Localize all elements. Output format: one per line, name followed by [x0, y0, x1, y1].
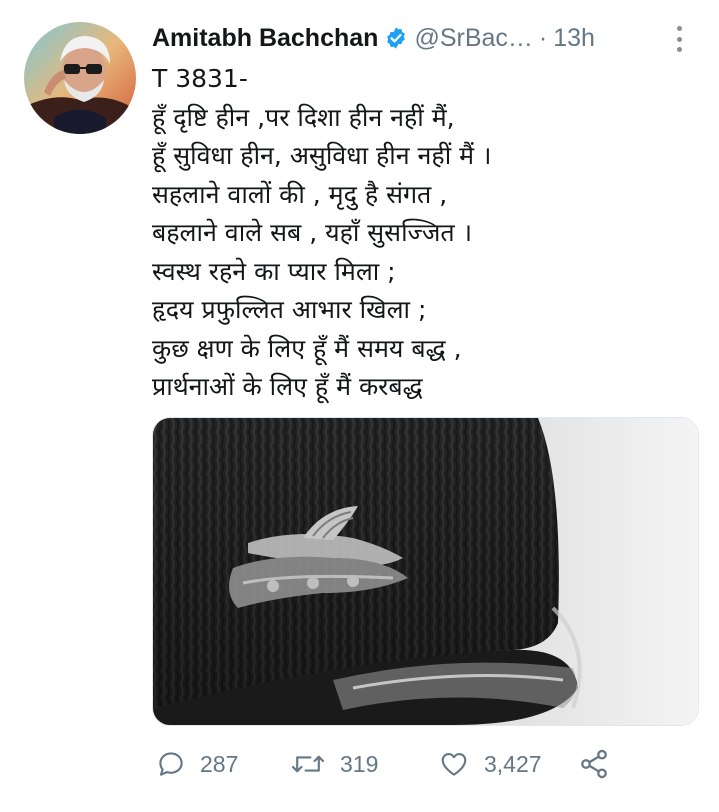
author-handle[interactable]: @SrBac… — [414, 24, 532, 53]
share-icon — [581, 749, 607, 779]
share-button[interactable] — [578, 742, 624, 786]
tweet-photo[interactable] — [152, 417, 699, 726]
tweet-header: Amitabh Bachchan @SrBac… · 13h — [152, 18, 692, 58]
tweet-timestamp[interactable]: 13h — [553, 24, 595, 53]
tweet-line: T 3831- — [152, 64, 248, 93]
tweet-card[interactable]: Amitabh Bachchan @SrBac… · 13h T 3831- ह… — [0, 0, 719, 812]
retweet-button[interactable]: 319 — [290, 742, 378, 786]
retweet-icon — [291, 755, 325, 773]
reply-count: 287 — [200, 750, 239, 777]
avatar[interactable] — [24, 22, 136, 134]
separator-dot: · — [538, 23, 548, 52]
heart-icon — [441, 752, 467, 776]
avatar-image — [24, 22, 136, 134]
reply-icon — [159, 752, 183, 776]
reply-button[interactable]: 287 — [156, 742, 238, 786]
action-bar: 287 319 3,427 — [150, 742, 710, 792]
like-button[interactable]: 3,427 — [438, 742, 542, 786]
tweet-line: हूँ सुविधा हीन, असुविधा हीन नहीं मैं । — [152, 141, 492, 170]
tweet-line: स्वस्थ रहने का प्यार मिला ; — [152, 256, 396, 286]
tweet-line: हूँ दृष्टि हीन ,पर दिशा हीन नहीं मैं, — [152, 102, 455, 132]
tweet-line: कुछ क्षण के लिए हूँ मैं समय बद्ध , — [152, 333, 462, 363]
tweet-line: बहलाने वाले सब , यहाँ सुसज्जित । — [152, 218, 473, 247]
author-name[interactable]: Amitabh Bachchan — [152, 24, 378, 53]
tweet-text: T 3831- हूँ दृष्टि हीन ,पर दिशा हीन नहीं… — [152, 60, 692, 407]
tweet-line: प्रार्थनाओं के लिए हूँ मैं करबद्ध — [152, 372, 423, 401]
retweet-count: 319 — [340, 750, 379, 777]
tweet-line: सहलाने वालों की , मृदु है संगत , — [152, 179, 448, 209]
beanie-photo-image — [153, 418, 698, 725]
more-vertical-icon[interactable] — [670, 26, 688, 52]
tweet-line: हृदय प्रफुल्लित आभार खिला ; — [152, 295, 427, 324]
verified-badge-icon — [387, 27, 406, 49]
like-count: 3,427 — [484, 750, 542, 777]
